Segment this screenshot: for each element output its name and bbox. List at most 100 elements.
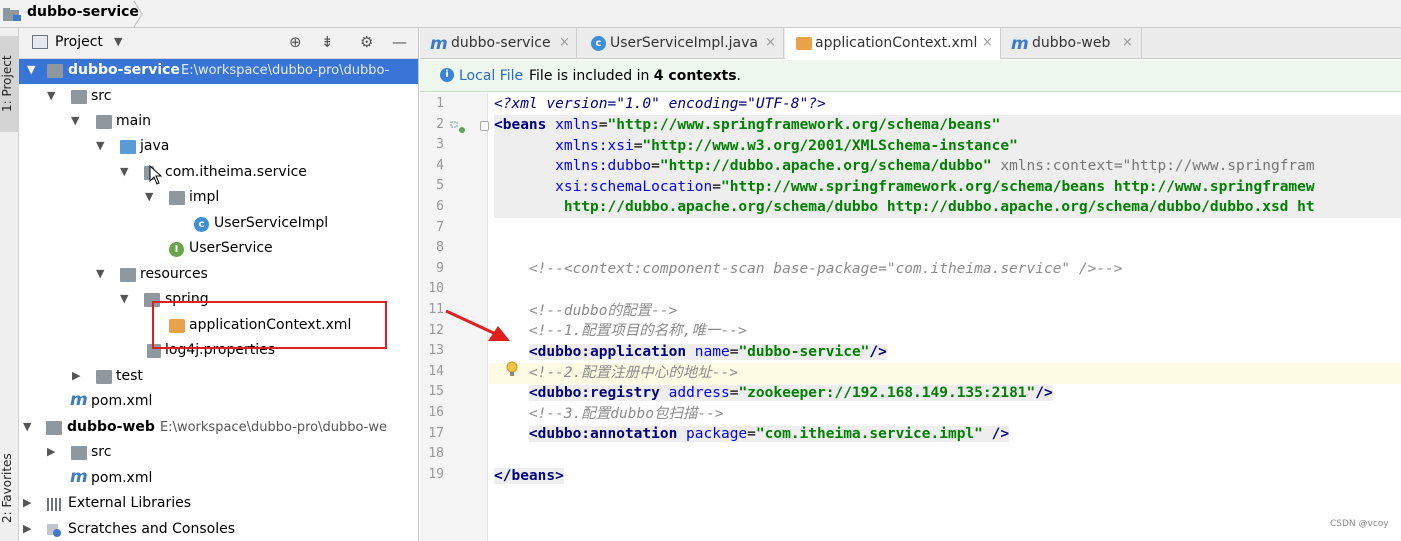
tree-item-scratches[interactable]: ▶ Scratches and Consoles bbox=[19, 518, 418, 541]
project-tool-tab[interactable]: 1: Project bbox=[0, 36, 19, 132]
code-attr: xmlns bbox=[546, 117, 599, 133]
code-line-9: <!--<context:component-scan base-package… bbox=[494, 259, 1123, 280]
chevron-down-icon[interactable]: ▼ bbox=[120, 165, 128, 178]
chevron-down-icon[interactable]: ▼ bbox=[47, 89, 55, 102]
close-icon[interactable]: × bbox=[982, 35, 993, 50]
project-view-title[interactable]: Project bbox=[55, 34, 103, 50]
code-line-5: xsi:schemaLocation="http://www.springfra… bbox=[494, 177, 1401, 198]
editor-tab-bar: m dubbo-service × c UserServiceImpl.java… bbox=[420, 28, 1401, 59]
close-icon[interactable]: × bbox=[559, 35, 570, 50]
code-tag-end: /> bbox=[869, 344, 887, 360]
class-icon: c bbox=[591, 36, 606, 51]
code-tag: <dubbo:annotation bbox=[528, 426, 678, 442]
fold-marker-icon[interactable] bbox=[480, 121, 489, 131]
notice-count: 4 contexts bbox=[653, 68, 737, 84]
code-value: "http://www.w3.org/2001/XMLSchema-instan… bbox=[642, 138, 1018, 154]
chevron-right-icon[interactable]: ▶ bbox=[23, 496, 31, 509]
bean-gutter-icon[interactable] bbox=[450, 120, 468, 134]
tab-dubbo-service[interactable]: m dubbo-service × bbox=[420, 28, 577, 59]
line-number: 19 bbox=[428, 466, 444, 482]
code-line-13: <dubbo:application name="dubbo-service"/… bbox=[494, 342, 887, 363]
notice-text: File is included in bbox=[529, 68, 650, 84]
code-comment: <!--<context:component-scan base-package… bbox=[494, 261, 1123, 277]
tree-item-impl[interactable]: ▼ impl bbox=[19, 186, 418, 211]
maven-icon: m bbox=[430, 34, 448, 54]
folder-icon bbox=[96, 115, 112, 129]
tree-item-src[interactable]: ▼ src bbox=[19, 85, 418, 110]
tab-applicationcontext[interactable]: applicationContext.xml × bbox=[785, 28, 1001, 59]
module-folder-icon bbox=[47, 64, 63, 78]
tab-dubbo-web[interactable]: m dubbo-web × bbox=[1002, 28, 1142, 59]
module-path: E:\workspace\dubbo-pro\dubbo- bbox=[181, 63, 390, 78]
tree-item-label: External Libraries bbox=[68, 495, 191, 511]
code-value: "http://dubbo.apache.org/schema/dubbo" bbox=[659, 158, 992, 174]
locate-icon[interactable]: ⊕ bbox=[289, 33, 302, 51]
line-number: 4 bbox=[436, 157, 444, 173]
close-icon[interactable]: × bbox=[765, 35, 776, 50]
favorites-tool-tab[interactable]: 2: Favorites bbox=[0, 436, 19, 541]
line-number: 1 bbox=[436, 96, 444, 111]
tab-userserviceimpl[interactable]: c UserServiceImpl.java × bbox=[578, 28, 784, 59]
scratches-icon bbox=[47, 524, 61, 537]
hide-icon[interactable]: — bbox=[392, 33, 407, 51]
annotation-arrow bbox=[445, 309, 510, 341]
tree-item-main[interactable]: ▼ main bbox=[19, 110, 418, 135]
libraries-icon bbox=[47, 498, 61, 511]
tree-item-label: java bbox=[140, 138, 170, 154]
line-number: 8 bbox=[436, 240, 444, 256]
tree-item-external-libraries[interactable]: ▶ External Libraries bbox=[19, 492, 418, 517]
chevron-down-icon[interactable]: ▼ bbox=[145, 190, 153, 203]
line-number: 5 bbox=[436, 178, 444, 194]
chevron-down-icon[interactable]: ▼ bbox=[23, 420, 31, 433]
tree-item-java[interactable]: ▼ java bbox=[19, 135, 418, 160]
code-tag: </beans> bbox=[494, 468, 564, 484]
maven-icon: m bbox=[70, 390, 88, 410]
module-name: dubbo-service bbox=[68, 62, 180, 78]
code-attr-dim: xmlns:context="http://www.springfram bbox=[991, 158, 1315, 174]
gear-icon[interactable]: ⚙ bbox=[360, 33, 373, 51]
code-attr: xsi:schemaLocation bbox=[494, 179, 713, 195]
chevron-down-icon[interactable]: ▼ bbox=[120, 292, 128, 305]
line-number: 3 bbox=[436, 137, 444, 153]
left-tool-strip: 1: Project 2: Favorites bbox=[0, 28, 19, 541]
code-value: "com.itheima.service.impl" bbox=[755, 426, 983, 442]
code-comment: <!--3.配置dubbo包扫描--> bbox=[494, 406, 724, 422]
tree-item-userserviceimpl[interactable]: c UserServiceImpl bbox=[19, 212, 418, 237]
tree-item-userservice[interactable]: I UserService bbox=[19, 237, 418, 262]
breadcrumb-project[interactable]: dubbo-service bbox=[27, 4, 139, 20]
code-value: "dubbo-service" bbox=[738, 344, 870, 360]
chevron-down-icon[interactable]: ▼ bbox=[27, 63, 35, 76]
module-name: dubbo-web bbox=[67, 419, 155, 435]
code-tag-end: /> bbox=[1035, 385, 1053, 401]
tree-item-pom[interactable]: m pom.xml bbox=[19, 390, 418, 415]
lightbulb-icon[interactable] bbox=[506, 361, 518, 377]
chevron-right-icon[interactable]: ▶ bbox=[72, 369, 80, 382]
module-folder-icon bbox=[3, 8, 21, 21]
tree-item-label: src bbox=[91, 444, 112, 460]
tree-item-dubbo-web[interactable]: ▼ dubbo-web E:\workspace\dubbo-pro\dubbo… bbox=[19, 416, 418, 441]
chevron-right-icon[interactable]: ▶ bbox=[47, 445, 55, 458]
tree-item-resources[interactable]: ▼ resources bbox=[19, 263, 418, 288]
close-icon[interactable]: × bbox=[1122, 35, 1133, 50]
code-comment: <!--2.配置注册中心的地址--> bbox=[494, 365, 738, 381]
ide-window: dubbo-service 1: Project 2: Favorites Pr… bbox=[0, 0, 1401, 541]
code-editor[interactable]: <?xml version="1.0" encoding="UTF-8"?> <… bbox=[489, 93, 1401, 541]
tab-label: UserServiceImpl.java bbox=[610, 35, 758, 51]
tree-item-package-service[interactable]: ▼ com.itheima.service bbox=[19, 161, 418, 186]
code-value: "http://www.springframework.org/schema/b… bbox=[720, 179, 1315, 195]
chevron-down-icon[interactable]: ▼ bbox=[96, 139, 104, 152]
tree-item-test[interactable]: ▶ test bbox=[19, 365, 418, 390]
tree-item-dubbo-service[interactable]: ▼ dubbo-service E:\workspace\dubbo-pro\d… bbox=[19, 59, 418, 84]
code-attr: package bbox=[677, 426, 748, 442]
tree-item-web-src[interactable]: ▶ src bbox=[19, 441, 418, 466]
tab-label: applicationContext.xml bbox=[815, 35, 978, 51]
chevron-right-icon[interactable]: ▶ bbox=[23, 522, 31, 535]
resources-folder-icon bbox=[120, 268, 136, 282]
collapse-all-icon[interactable]: ⇟ bbox=[321, 33, 334, 51]
chevron-down-icon[interactable]: ▼ bbox=[96, 267, 104, 280]
chevron-down-icon[interactable]: ▼ bbox=[114, 35, 122, 48]
code-eq: = bbox=[712, 179, 721, 195]
tree-item-web-pom[interactable]: m pom.xml bbox=[19, 467, 418, 492]
chevron-down-icon[interactable]: ▼ bbox=[71, 114, 79, 127]
local-file-link[interactable]: Local File bbox=[459, 68, 523, 84]
